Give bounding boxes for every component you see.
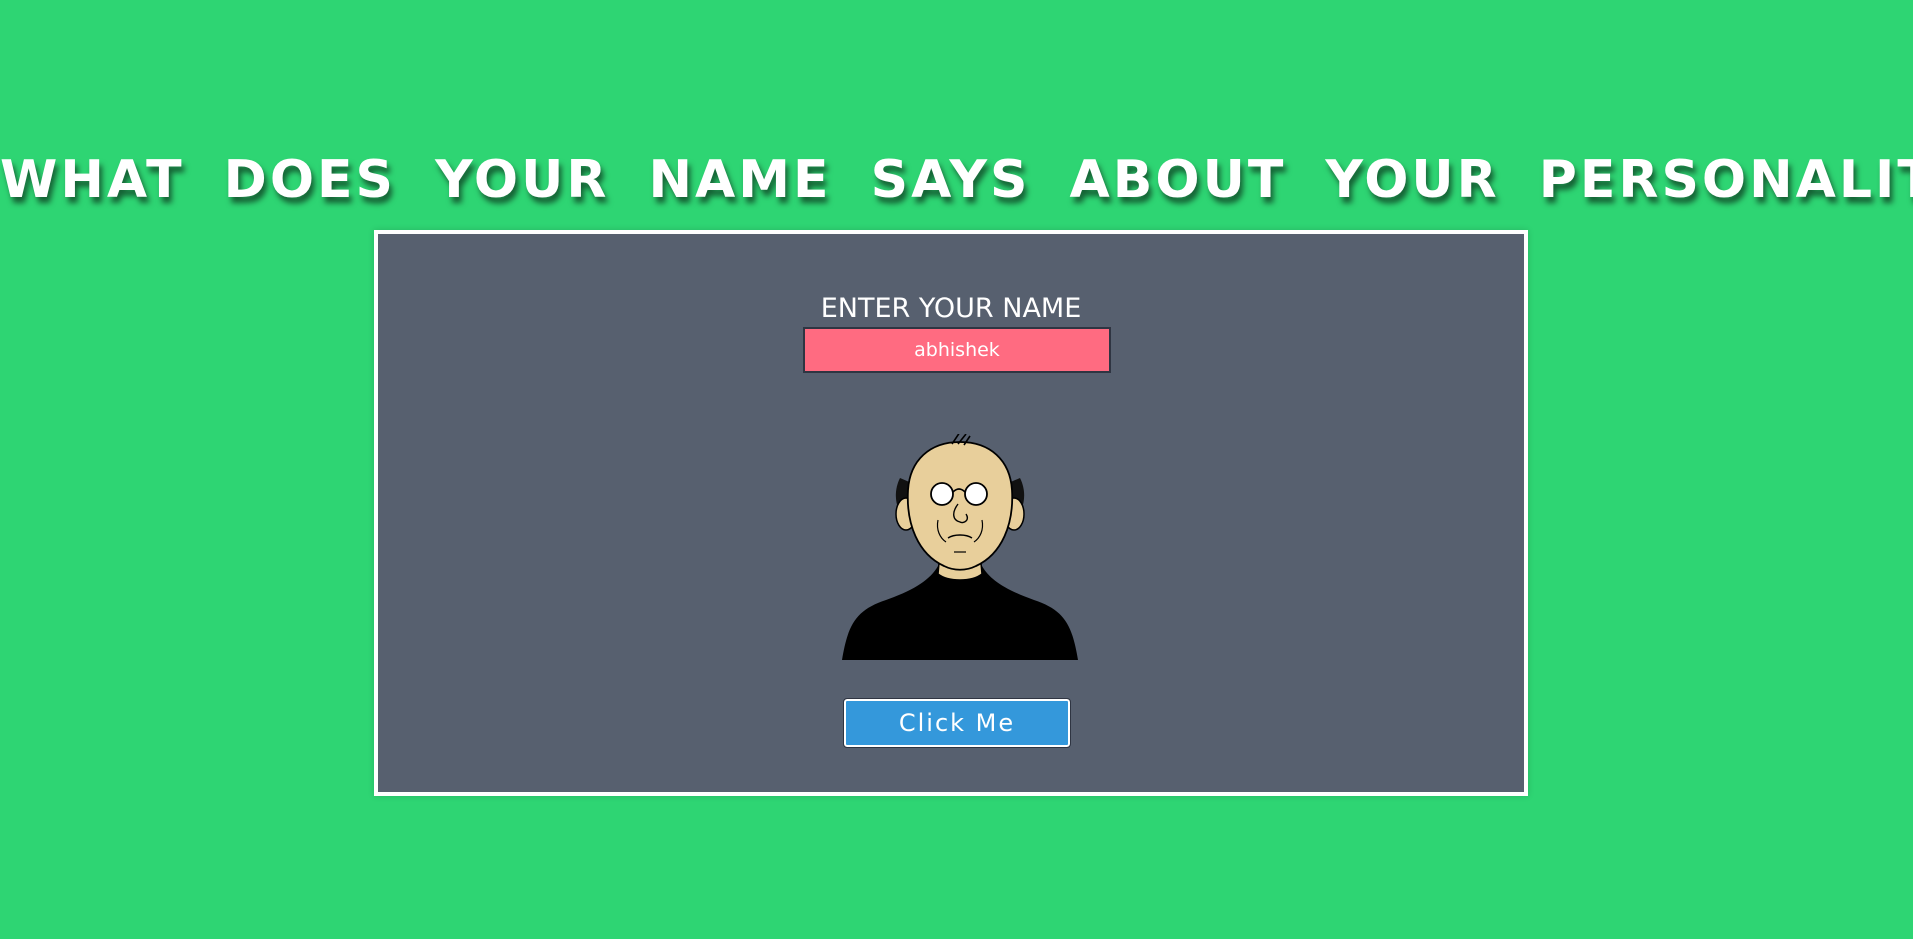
name-form-card: ENTER YOUR NAME abhishek Click Me bbox=[374, 230, 1528, 796]
name-input[interactable] bbox=[803, 327, 1111, 373]
head-shape bbox=[906, 441, 1014, 571]
glasses-left-icon bbox=[930, 482, 954, 506]
glasses-right-icon bbox=[964, 482, 988, 506]
page-title: WHAT DOES YOUR NAME SAYS ABOUT YOUR PERS… bbox=[0, 150, 1913, 210]
name-label: ENTER YOUR NAME bbox=[820, 293, 1082, 324]
page: WHAT DOES YOUR NAME SAYS ABOUT YOUR PERS… bbox=[0, 0, 1913, 939]
bald-old-man-avatar-icon bbox=[842, 434, 1078, 660]
click-me-button[interactable]: Click Me bbox=[843, 698, 1071, 748]
